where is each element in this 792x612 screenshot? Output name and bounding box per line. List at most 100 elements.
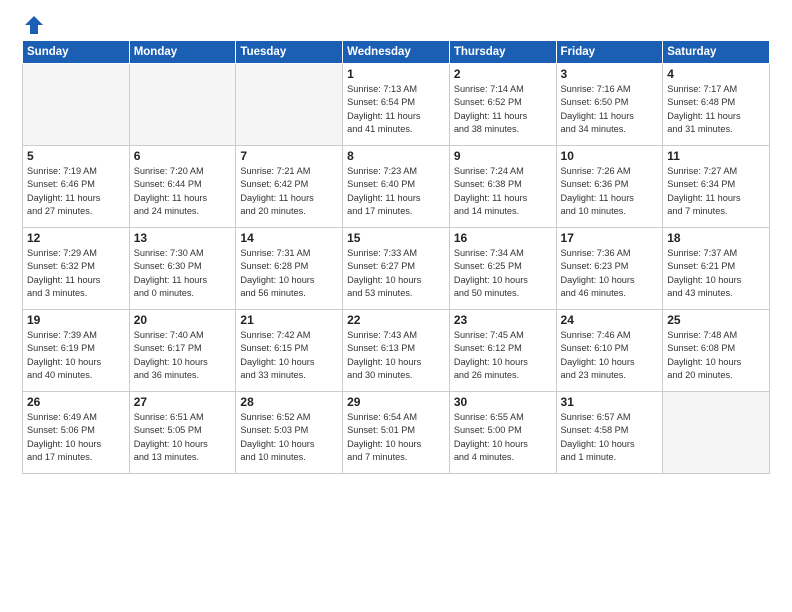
day-number: 9	[454, 149, 552, 163]
weekday-header-saturday: Saturday	[663, 41, 770, 64]
day-number: 1	[347, 67, 445, 81]
calendar-cell: 12Sunrise: 7:29 AM Sunset: 6:32 PM Dayli…	[23, 228, 130, 310]
header	[22, 18, 770, 32]
calendar-cell: 5 Sunrise: 7:19 AM Sunset: 6:46 PM Daylig…	[23, 146, 130, 228]
day-info: Sunrise: 6:57 AM Sunset: 4:58 PM Dayligh…	[561, 411, 659, 464]
day-info: Sunrise: 7:16 AM Sunset: 6:50 PM Dayligh…	[561, 83, 659, 136]
day-info: Sunrise: 7:46 AM Sunset: 6:10 PM Dayligh…	[561, 329, 659, 382]
calendar-cell: 7 Sunrise: 7:21 AM Sunset: 6:42 PM Daylig…	[236, 146, 343, 228]
day-number: 18	[667, 231, 765, 245]
calendar-cell: 3 Sunrise: 7:16 AM Sunset: 6:50 PM Daylig…	[556, 64, 663, 146]
calendar-cell: 27 Sunrise: 6:51 AM Sunset: 5:05 PM Dayli…	[129, 392, 236, 474]
day-number: 13	[134, 231, 232, 245]
calendar-cell	[129, 64, 236, 146]
calendar-cell: 9 Sunrise: 7:24 AM Sunset: 6:38 PM Daylig…	[449, 146, 556, 228]
calendar-cell: 15 Sunrise: 7:33 AM Sunset: 6:27 PM Dayli…	[343, 228, 450, 310]
day-number: 6	[134, 149, 232, 163]
day-number: 21	[240, 313, 338, 327]
calendar-cell: 4 Sunrise: 7:17 AM Sunset: 6:48 PM Daylig…	[663, 64, 770, 146]
day-number: 3	[561, 67, 659, 81]
day-number: 4	[667, 67, 765, 81]
week-row-3: 12Sunrise: 7:29 AM Sunset: 6:32 PM Dayli…	[23, 228, 770, 310]
calendar-cell: 11 Sunrise: 7:27 AM Sunset: 6:34 PM Dayli…	[663, 146, 770, 228]
day-info: Sunrise: 7:43 AM Sunset: 6:13 PM Dayligh…	[347, 329, 445, 382]
week-row-1: 1 Sunrise: 7:13 AM Sunset: 6:54 PM Daylig…	[23, 64, 770, 146]
calendar-cell: 10 Sunrise: 7:26 AM Sunset: 6:36 PM Dayli…	[556, 146, 663, 228]
day-info: Sunrise: 7:37 AM Sunset: 6:21 PM Dayligh…	[667, 247, 765, 300]
week-row-2: 5 Sunrise: 7:19 AM Sunset: 6:46 PM Daylig…	[23, 146, 770, 228]
day-info: Sunrise: 7:31 AM Sunset: 6:28 PM Dayligh…	[240, 247, 338, 300]
day-number: 14	[240, 231, 338, 245]
week-row-4: 19Sunrise: 7:39 AM Sunset: 6:19 PM Dayli…	[23, 310, 770, 392]
calendar: SundayMondayTuesdayWednesdayThursdayFrid…	[22, 40, 770, 474]
page: SundayMondayTuesdayWednesdayThursdayFrid…	[0, 0, 792, 612]
day-info: Sunrise: 7:24 AM Sunset: 6:38 PM Dayligh…	[454, 165, 552, 218]
day-info: Sunrise: 6:54 AM Sunset: 5:01 PM Dayligh…	[347, 411, 445, 464]
day-info: Sunrise: 7:40 AM Sunset: 6:17 PM Dayligh…	[134, 329, 232, 382]
calendar-cell: 2 Sunrise: 7:14 AM Sunset: 6:52 PM Daylig…	[449, 64, 556, 146]
day-number: 31	[561, 395, 659, 409]
day-info: Sunrise: 7:23 AM Sunset: 6:40 PM Dayligh…	[347, 165, 445, 218]
day-number: 10	[561, 149, 659, 163]
weekday-header-sunday: Sunday	[23, 41, 130, 64]
weekday-header-row: SundayMondayTuesdayWednesdayThursdayFrid…	[23, 41, 770, 64]
calendar-cell: 25 Sunrise: 7:48 AM Sunset: 6:08 PM Dayli…	[663, 310, 770, 392]
calendar-cell: 17Sunrise: 7:36 AM Sunset: 6:23 PM Dayli…	[556, 228, 663, 310]
calendar-cell: 1 Sunrise: 7:13 AM Sunset: 6:54 PM Daylig…	[343, 64, 450, 146]
calendar-cell: 31 Sunrise: 6:57 AM Sunset: 4:58 PM Dayli…	[556, 392, 663, 474]
calendar-cell: 19Sunrise: 7:39 AM Sunset: 6:19 PM Dayli…	[23, 310, 130, 392]
day-info: Sunrise: 7:20 AM Sunset: 6:44 PM Dayligh…	[134, 165, 232, 218]
calendar-cell: 8 Sunrise: 7:23 AM Sunset: 6:40 PM Daylig…	[343, 146, 450, 228]
day-info: Sunrise: 7:30 AM Sunset: 6:30 PM Dayligh…	[134, 247, 232, 300]
calendar-cell: 23Sunrise: 7:45 AM Sunset: 6:12 PM Dayli…	[449, 310, 556, 392]
day-info: Sunrise: 7:21 AM Sunset: 6:42 PM Dayligh…	[240, 165, 338, 218]
weekday-header-tuesday: Tuesday	[236, 41, 343, 64]
day-info: Sunrise: 7:27 AM Sunset: 6:34 PM Dayligh…	[667, 165, 765, 218]
day-number: 12	[27, 231, 125, 245]
day-info: Sunrise: 7:33 AM Sunset: 6:27 PM Dayligh…	[347, 247, 445, 300]
day-number: 24	[561, 313, 659, 327]
logo-icon	[23, 14, 45, 36]
day-number: 2	[454, 67, 552, 81]
calendar-cell: 13 Sunrise: 7:30 AM Sunset: 6:30 PM Dayli…	[129, 228, 236, 310]
day-number: 27	[134, 395, 232, 409]
day-number: 7	[240, 149, 338, 163]
day-info: Sunrise: 7:34 AM Sunset: 6:25 PM Dayligh…	[454, 247, 552, 300]
weekday-header-friday: Friday	[556, 41, 663, 64]
day-info: Sunrise: 7:13 AM Sunset: 6:54 PM Dayligh…	[347, 83, 445, 136]
calendar-cell: 30Sunrise: 6:55 AM Sunset: 5:00 PM Dayli…	[449, 392, 556, 474]
logo	[22, 18, 45, 32]
day-info: Sunrise: 7:48 AM Sunset: 6:08 PM Dayligh…	[667, 329, 765, 382]
day-info: Sunrise: 7:14 AM Sunset: 6:52 PM Dayligh…	[454, 83, 552, 136]
day-number: 8	[347, 149, 445, 163]
calendar-cell: 18 Sunrise: 7:37 AM Sunset: 6:21 PM Dayli…	[663, 228, 770, 310]
day-info: Sunrise: 7:45 AM Sunset: 6:12 PM Dayligh…	[454, 329, 552, 382]
day-number: 25	[667, 313, 765, 327]
day-info: Sunrise: 7:42 AM Sunset: 6:15 PM Dayligh…	[240, 329, 338, 382]
day-number: 28	[240, 395, 338, 409]
day-number: 15	[347, 231, 445, 245]
day-number: 16	[454, 231, 552, 245]
day-info: Sunrise: 6:49 AM Sunset: 5:06 PM Dayligh…	[27, 411, 125, 464]
day-number: 5	[27, 149, 125, 163]
day-number: 20	[134, 313, 232, 327]
day-info: Sunrise: 6:51 AM Sunset: 5:05 PM Dayligh…	[134, 411, 232, 464]
calendar-cell	[663, 392, 770, 474]
day-info: Sunrise: 7:26 AM Sunset: 6:36 PM Dayligh…	[561, 165, 659, 218]
day-info: Sunrise: 6:55 AM Sunset: 5:00 PM Dayligh…	[454, 411, 552, 464]
day-number: 17	[561, 231, 659, 245]
day-number: 11	[667, 149, 765, 163]
calendar-cell	[23, 64, 130, 146]
calendar-cell: 26Sunrise: 6:49 AM Sunset: 5:06 PM Dayli…	[23, 392, 130, 474]
calendar-cell	[236, 64, 343, 146]
day-info: Sunrise: 7:19 AM Sunset: 6:46 PM Dayligh…	[27, 165, 125, 218]
day-number: 19	[27, 313, 125, 327]
calendar-cell: 14 Sunrise: 7:31 AM Sunset: 6:28 PM Dayli…	[236, 228, 343, 310]
day-number: 22	[347, 313, 445, 327]
calendar-cell: 29Sunrise: 6:54 AM Sunset: 5:01 PM Dayli…	[343, 392, 450, 474]
day-info: Sunrise: 7:17 AM Sunset: 6:48 PM Dayligh…	[667, 83, 765, 136]
calendar-cell: 16 Sunrise: 7:34 AM Sunset: 6:25 PM Dayli…	[449, 228, 556, 310]
calendar-cell: 22 Sunrise: 7:43 AM Sunset: 6:13 PM Dayli…	[343, 310, 450, 392]
calendar-cell: 6 Sunrise: 7:20 AM Sunset: 6:44 PM Daylig…	[129, 146, 236, 228]
weekday-header-wednesday: Wednesday	[343, 41, 450, 64]
